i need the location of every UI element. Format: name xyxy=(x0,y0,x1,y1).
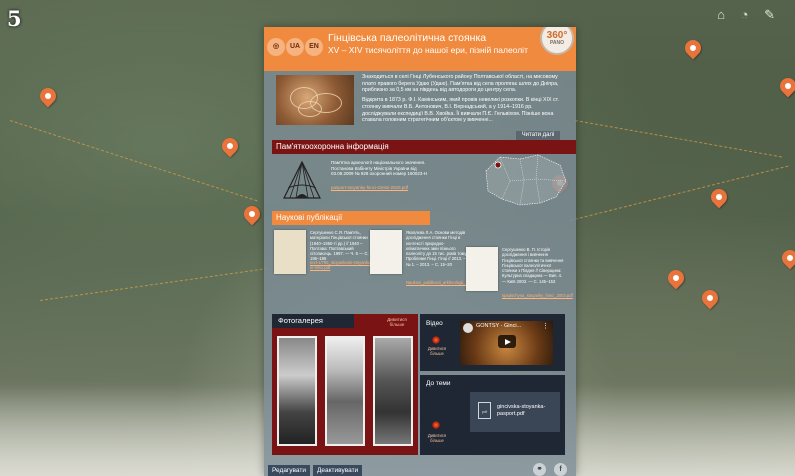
protection-document-link[interactable]: pasport-stoyanky-hinci-Gintsi-2020.pdf xyxy=(331,185,431,190)
publication-link[interactable]: Naukovi_publikacii_arkheologii_stoyanky.… xyxy=(406,280,489,285)
publications-heading: Наукові публікації xyxy=(272,211,430,225)
edit-button[interactable]: Редагувати xyxy=(268,465,311,476)
more-options-icon[interactable]: ⋮ xyxy=(542,322,549,330)
publication-cover[interactable] xyxy=(466,247,498,291)
protection-text: Пам'ятка археології національного значен… xyxy=(331,160,428,177)
ember-icon xyxy=(432,336,440,344)
site-title: Гінцівська палеолітична стоянка xyxy=(328,32,487,44)
site-photo[interactable] xyxy=(276,75,354,125)
file-name: gincivska-stoyanka-pasport.pdf xyxy=(497,404,546,417)
map-controls-icon[interactable]: ⌂ ◔ ✎ xyxy=(717,7,781,23)
related-more-link[interactable]: Дивитися більше xyxy=(422,433,452,443)
link-icon[interactable]: ⚭ xyxy=(533,463,546,476)
play-icon[interactable] xyxy=(498,335,516,348)
related-label: До теми xyxy=(426,380,451,387)
map-icon[interactable]: ◎ xyxy=(267,38,285,56)
panorama-caption: PANO xyxy=(549,40,565,46)
read-more-button[interactable]: Читати далі xyxy=(516,131,560,140)
publication-cover[interactable] xyxy=(274,230,306,274)
facebook-icon[interactable]: f xyxy=(554,463,567,476)
region-map xyxy=(485,154,567,206)
mammoth-hut-illustration xyxy=(283,160,321,199)
gallery-more-link[interactable]: Дивитися більше xyxy=(382,317,412,327)
gallery-title: Фотогалерея xyxy=(272,314,354,328)
related-section: До теми Дивитися більше pdf gincivska-st… xyxy=(420,375,565,455)
publication-text: Сергушенко В. П. Історія дослідження і в… xyxy=(502,247,564,284)
video-title: GONTSY - Ginci... xyxy=(476,323,522,329)
ember-icon xyxy=(432,421,440,429)
publication-text: Яковлєва Л.А. Основи методів дослідження… xyxy=(406,230,468,267)
deactivate-button[interactable]: Деактивувати xyxy=(313,465,363,476)
description-paragraph: Відкрита в 1873 р. Ф.І. Камінським, який… xyxy=(362,97,559,124)
photo-gallery: Фотогалерея Дивитися більше xyxy=(272,314,418,455)
video-label: Відео xyxy=(426,320,443,327)
publication-text: Сергушенко С.Я. Пам'ять, матеріали Гінці… xyxy=(310,230,369,262)
site-description: Знаходиться в селі Гінці Лубенського рай… xyxy=(362,74,562,124)
site-info-panel: ◎ UA EN Гінцівська палеолітична стоянка … xyxy=(264,27,576,476)
lang-en-button[interactable]: EN xyxy=(305,38,323,56)
gallery-photo[interactable] xyxy=(373,336,413,446)
panorama-360-button[interactable]: PANO 360° xyxy=(540,27,574,55)
channel-avatar xyxy=(463,323,473,333)
description-paragraph: Знаходиться в селі Гінці Лубенського рай… xyxy=(362,74,559,94)
pdf-file-icon: pdf xyxy=(478,402,491,419)
video-thumbnail[interactable]: GONTSY - Ginci... ⋮ xyxy=(460,321,553,365)
publication-cover[interactable] xyxy=(370,230,402,274)
pdf-file-card[interactable]: pdf gincivska-stoyanka-pasport.pdf xyxy=(470,392,560,432)
publication-link[interactable]: spadschyna_stoyanky_hinci_2003.pdf xyxy=(502,293,573,298)
panel-header: ◎ UA EN Гінцівська палеолітична стоянка … xyxy=(264,27,576,71)
gallery-photo[interactable] xyxy=(277,336,317,446)
gallery-photo[interactable] xyxy=(325,336,365,446)
video-more-link[interactable]: Дивитися більше xyxy=(422,346,452,356)
lang-ua-button[interactable]: UA xyxy=(286,38,304,56)
publication-link[interactable]: text-1/755_stoyankami-stoyanka-in-ihnci.… xyxy=(310,260,372,271)
figure-number: 5 xyxy=(7,6,22,31)
site-period: XV – XIV тисячоліття до нашої ери, пізні… xyxy=(328,45,528,55)
video-section: Відео Дивитися більше GONTSY - Ginci... … xyxy=(420,314,565,371)
